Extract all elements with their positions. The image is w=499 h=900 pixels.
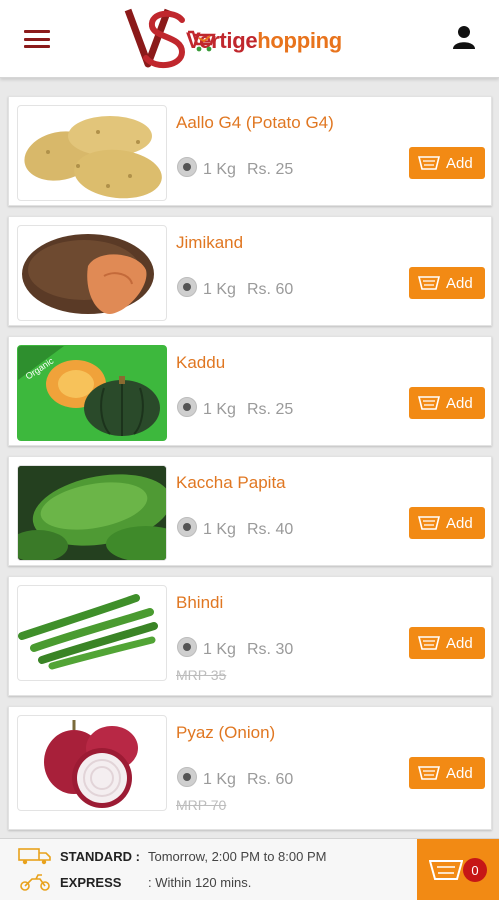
- basket-icon: [418, 396, 440, 410]
- delivery-bar: STANDARD : Tomorrow, 2:00 PM to 8:00 PM …: [0, 838, 499, 900]
- product-price: Rs. 60: [247, 771, 294, 788]
- product-image-papaya: [17, 465, 167, 561]
- basket-icon: [418, 636, 440, 650]
- menu-icon[interactable]: [22, 28, 52, 50]
- product-qty: 1 Kg: [203, 521, 236, 538]
- user-icon[interactable]: [451, 24, 477, 50]
- add-button[interactable]: Add: [409, 627, 485, 659]
- scooter-icon: [20, 874, 50, 891]
- product-qty: 1 Kg: [203, 641, 236, 658]
- variant-radio[interactable]: [177, 767, 197, 787]
- product-name: Kaddu: [176, 353, 226, 372]
- delivery-express: EXPRESS : Within 120 mins.: [18, 872, 251, 892]
- product-image-okra: [17, 585, 167, 681]
- product-mrp: MRP 70: [176, 797, 227, 813]
- product-card: Bhindi 1 Kg Rs. 30 MRP 35 Add: [8, 576, 492, 696]
- product-name: Aallo G4 (Potato G4): [176, 113, 334, 132]
- variant-radio[interactable]: [177, 397, 197, 417]
- add-button-label: Add: [446, 154, 473, 172]
- brand-name-part2: hopping: [257, 28, 342, 53]
- add-button[interactable]: Add: [409, 147, 485, 179]
- product-name: Pyaz (Onion): [176, 723, 276, 742]
- add-button-label: Add: [446, 394, 473, 412]
- product-card: Aallo G4 (Potato G4) 1 Kg Rs. 25 Add: [8, 96, 492, 206]
- product-card: Jimikand 1 Kg Rs. 60 Add: [8, 216, 492, 326]
- product-list: Aallo G4 (Potato G4) 1 Kg Rs. 25 Add Jim…: [8, 96, 492, 840]
- cart-basket-icon: [429, 860, 463, 880]
- add-button[interactable]: Add: [409, 757, 485, 789]
- cart-logo-icon: [188, 30, 216, 52]
- logo-monogram-icon: [124, 8, 186, 69]
- app-logo: Vertige hopping: [122, 6, 382, 72]
- express-label: EXPRESS: [60, 874, 122, 890]
- product-price: Rs. 25: [247, 401, 294, 418]
- product-price: Rs. 40: [247, 521, 294, 538]
- brand-name: Vertige hopping: [186, 28, 342, 54]
- product-image-pumpkin: Organic: [17, 345, 167, 441]
- product-image-onion: [17, 715, 167, 811]
- standard-value: Tomorrow, 2:00 PM to 8:00 PM: [148, 848, 327, 864]
- truck-icon: [18, 848, 51, 865]
- express-value: : Within 120 mins.: [148, 874, 252, 890]
- add-button[interactable]: Add: [409, 267, 485, 299]
- add-button-label: Add: [446, 514, 473, 532]
- basket-icon: [418, 276, 440, 290]
- product-price: Rs. 25: [247, 161, 294, 178]
- basket-icon: [418, 766, 440, 780]
- product-mrp: MRP 35: [176, 667, 227, 683]
- product-name: Bhindi: [176, 593, 224, 612]
- add-button-label: Add: [446, 764, 473, 782]
- product-card: Organic Kaddu 1 Kg Rs. 25 Add: [8, 336, 492, 446]
- product-name: Jimikand: [176, 233, 244, 252]
- cart-count-badge: 0: [463, 858, 487, 882]
- standard-label: STANDARD :: [60, 848, 140, 864]
- add-button[interactable]: Add: [409, 507, 485, 539]
- delivery-standard: STANDARD : Tomorrow, 2:00 PM to 8:00 PM: [18, 846, 326, 866]
- variant-radio[interactable]: [177, 157, 197, 177]
- product-qty: 1 Kg: [203, 401, 236, 418]
- app-header: Vertige hopping: [0, 0, 499, 78]
- basket-icon: [418, 156, 440, 170]
- product-price: Rs. 30: [247, 641, 294, 658]
- product-card: Kaccha Papita 1 Kg Rs. 40 Add: [8, 456, 492, 566]
- product-image-potato: [17, 105, 167, 201]
- product-qty: 1 Kg: [203, 771, 236, 788]
- add-button-label: Add: [446, 634, 473, 652]
- basket-icon: [418, 516, 440, 530]
- variant-radio[interactable]: [177, 517, 197, 537]
- product-qty: 1 Kg: [203, 161, 236, 178]
- product-price: Rs. 60: [247, 281, 294, 298]
- add-button-label: Add: [446, 274, 473, 292]
- product-name: Kaccha Papita: [176, 473, 286, 492]
- variant-radio[interactable]: [177, 637, 197, 657]
- product-qty: 1 Kg: [203, 281, 236, 298]
- product-card: Pyaz (Onion) 1 Kg Rs. 60 MRP 70 Add: [8, 706, 492, 830]
- variant-radio[interactable]: [177, 277, 197, 297]
- cart-button[interactable]: 0: [417, 839, 499, 900]
- add-button[interactable]: Add: [409, 387, 485, 419]
- product-image-yam: [17, 225, 167, 321]
